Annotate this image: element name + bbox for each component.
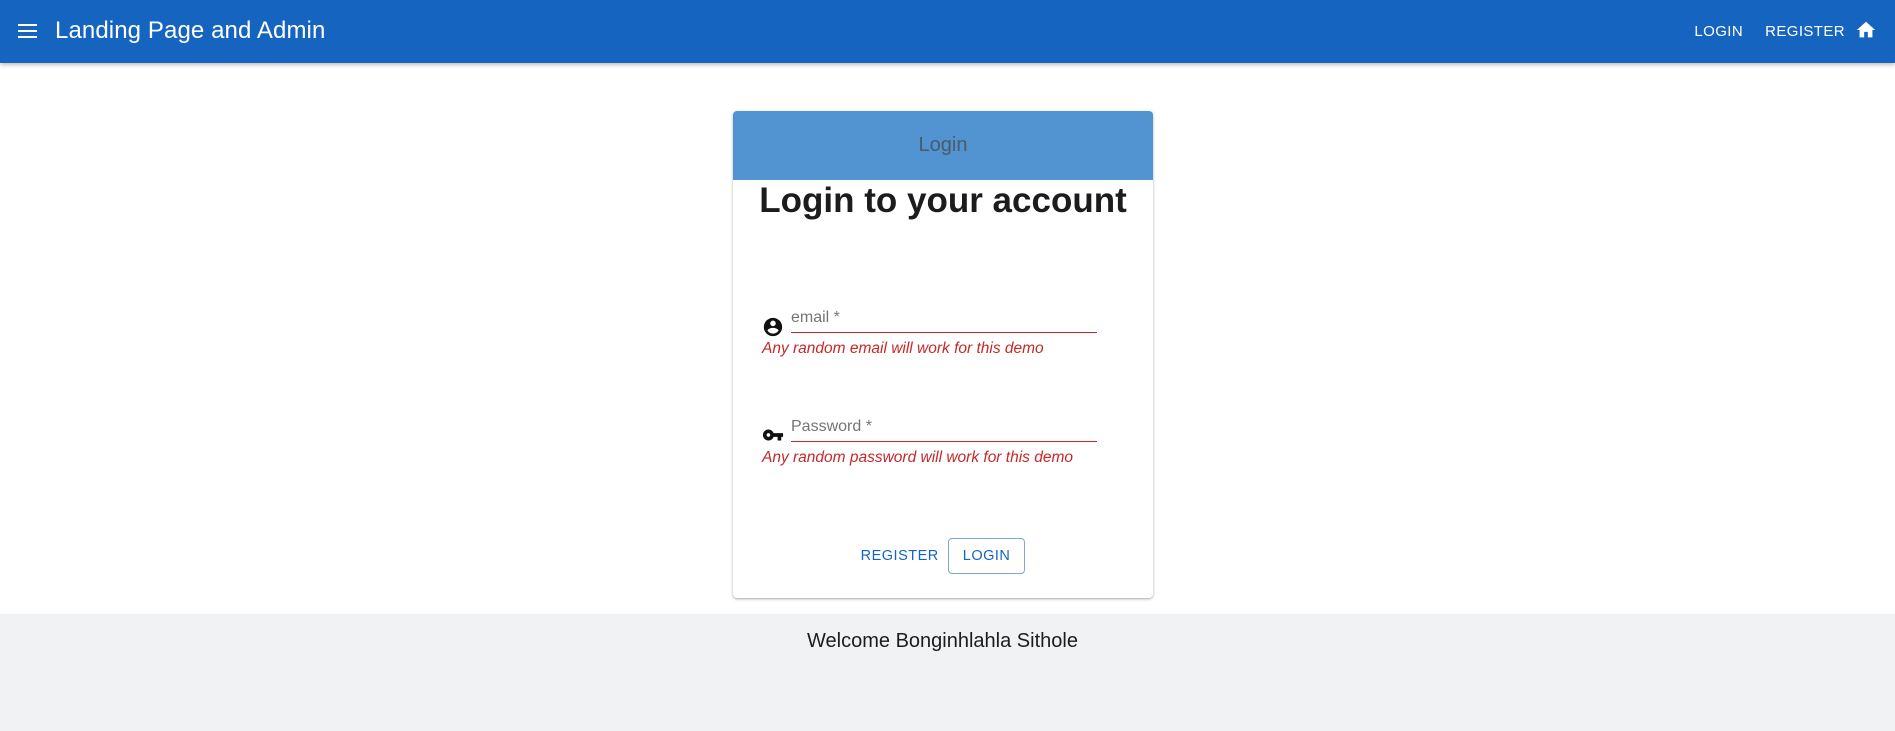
key-icon (762, 429, 784, 441)
password-helper-text: Any random password will work for this d… (762, 449, 1073, 466)
home-icon[interactable] (1855, 19, 1877, 41)
email-label: email * (791, 309, 840, 326)
email-field[interactable]: email * (791, 307, 1097, 333)
menu-icon[interactable] (18, 20, 44, 42)
welcome-text: Welcome Bonginhlahla Sithole (807, 630, 1078, 652)
card-title: Login to your account (759, 181, 1127, 220)
account-circle-icon (763, 317, 783, 337)
password-field[interactable]: Password * (791, 416, 1097, 442)
password-label: Password * (791, 418, 872, 435)
app-title: Landing Page and Admin (55, 17, 326, 44)
login-card: Login Login to your account email * Any … (733, 111, 1153, 598)
register-button[interactable]: REGISTER (861, 540, 939, 572)
nav-login-link[interactable]: LOGIN (1694, 23, 1743, 40)
card-actions: REGISTER LOGIN (733, 538, 1153, 574)
login-button[interactable]: LOGIN (947, 538, 1026, 574)
card-header: Login (733, 111, 1153, 180)
footer: Welcome Bonginhlahla Sithole (0, 614, 1895, 731)
nav-register-link[interactable]: REGISTER (1765, 23, 1845, 40)
app-bar: Landing Page and Admin LOGIN REGISTER (0, 0, 1895, 63)
email-helper-text: Any random email will work for this demo (762, 340, 1044, 357)
top-nav: LOGIN REGISTER (1694, 0, 1877, 63)
